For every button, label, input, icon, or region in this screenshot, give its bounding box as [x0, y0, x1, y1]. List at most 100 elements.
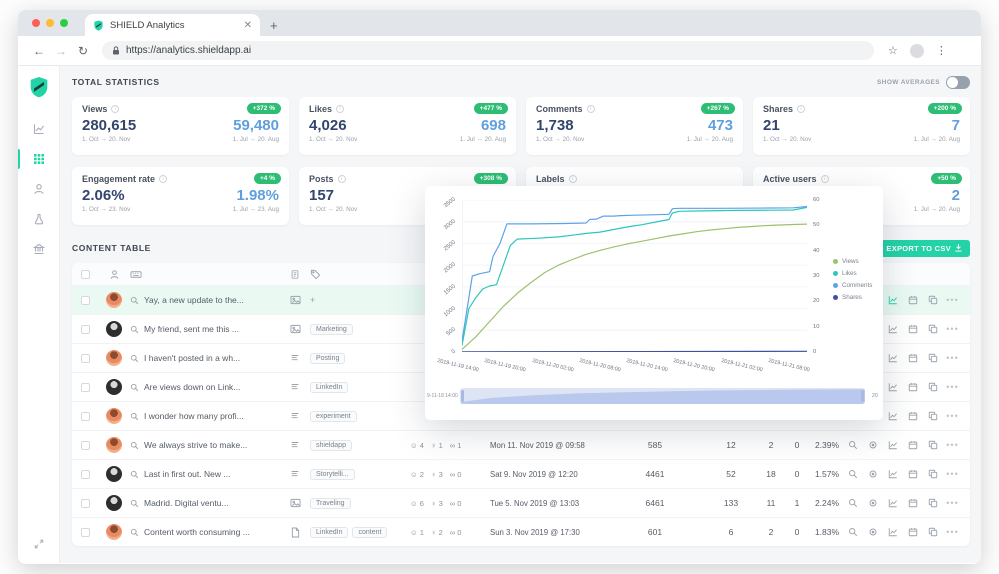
table-row[interactable]: Content worth consuming ...LinkedInconte… [72, 517, 970, 546]
back-icon[interactable]: ← [28, 44, 50, 58]
info-icon[interactable]: i [821, 175, 829, 183]
search-post-icon[interactable] [130, 412, 139, 421]
sidebar-item-grid-dashboard[interactable] [18, 144, 59, 174]
more-actions-icon[interactable]: ••• [945, 525, 960, 540]
label-chip[interactable]: Marketing [310, 324, 353, 335]
more-actions-icon[interactable]: ••• [945, 380, 960, 395]
search-post-icon[interactable] [130, 441, 139, 450]
chart-icon[interactable] [885, 438, 900, 453]
calendar-icon[interactable] [905, 525, 920, 540]
info-icon[interactable]: i [797, 105, 805, 113]
copy-icon[interactable] [925, 293, 940, 308]
label-chip[interactable]: Traveling [310, 498, 351, 509]
browser-tab[interactable]: SHIELD Analytics ✕ [85, 14, 260, 36]
search-post-icon[interactable] [130, 499, 139, 508]
sidebar-item-flask[interactable] [18, 204, 59, 234]
label-chip[interactable]: Posting [310, 353, 345, 364]
browser-menu-icon[interactable]: ⋮ [936, 44, 947, 57]
close-window-button[interactable] [32, 19, 40, 27]
chart-icon[interactable] [885, 351, 900, 366]
info-icon[interactable]: i [111, 105, 119, 113]
calendar-icon[interactable] [905, 467, 920, 482]
label-chip[interactable]: content [352, 527, 387, 538]
search-icon[interactable] [845, 467, 860, 482]
author-column-icon[interactable] [98, 269, 130, 280]
copy-icon[interactable] [925, 467, 940, 482]
row-checkbox[interactable] [81, 528, 90, 537]
legend-item-likes[interactable]: Likes [833, 270, 872, 277]
more-actions-icon[interactable]: ••• [945, 351, 960, 366]
target-icon[interactable] [865, 525, 880, 540]
show-averages-toggle[interactable] [946, 76, 970, 89]
more-actions-icon[interactable]: ••• [945, 496, 960, 511]
row-checkbox[interactable] [81, 470, 90, 479]
calendar-icon[interactable] [905, 409, 920, 424]
chart-icon[interactable] [885, 380, 900, 395]
type-column-icon[interactable] [280, 269, 310, 280]
legend-item-shares[interactable]: Shares [833, 294, 872, 301]
calendar-icon[interactable] [905, 380, 920, 395]
copy-icon[interactable] [925, 380, 940, 395]
minimize-window-button[interactable] [46, 19, 54, 27]
copy-icon[interactable] [925, 525, 940, 540]
calendar-icon[interactable] [905, 351, 920, 366]
brush-left-handle[interactable] [461, 390, 464, 402]
label-chip[interactable]: LinkedIn [310, 527, 348, 538]
content-column-icon[interactable] [130, 269, 280, 280]
table-row[interactable]: We always strive to make...shieldapp☺ 4♀… [72, 430, 970, 459]
zoom-window-button[interactable] [60, 19, 68, 27]
chart-icon[interactable] [885, 293, 900, 308]
target-icon[interactable] [865, 467, 880, 482]
copy-icon[interactable] [925, 351, 940, 366]
table-row[interactable]: Madrid. Digital ventu...Traveling☺ 6♀ 3∞… [72, 488, 970, 517]
calendar-icon[interactable] [905, 438, 920, 453]
new-tab-button[interactable]: + [270, 18, 278, 33]
bookmark-star-icon[interactable]: ☆ [888, 44, 898, 57]
export-csv-button[interactable]: EXPORT TO CSV [878, 240, 970, 257]
search-icon[interactable] [845, 438, 860, 453]
sidebar-item-line-chart[interactable] [18, 114, 59, 144]
reload-icon[interactable]: ↻ [72, 44, 94, 58]
chart-icon[interactable] [885, 467, 900, 482]
copy-icon[interactable] [925, 322, 940, 337]
chart-icon[interactable] [885, 496, 900, 511]
label-chip[interactable]: Storytelli... [310, 469, 355, 480]
sidebar-item-user[interactable] [18, 174, 59, 204]
url-bar[interactable]: https://analytics.shieldapp.ai [102, 41, 874, 60]
more-actions-icon[interactable]: ••• [945, 293, 960, 308]
search-post-icon[interactable] [130, 296, 139, 305]
expand-sidebar-icon[interactable] [18, 539, 59, 549]
tab-close-icon[interactable]: ✕ [244, 20, 252, 31]
add-label-button[interactable]: + [310, 295, 315, 305]
search-post-icon[interactable] [130, 354, 139, 363]
chart-icon[interactable] [885, 409, 900, 424]
profile-avatar[interactable] [910, 44, 924, 58]
forward-icon[interactable]: → [50, 44, 72, 58]
row-checkbox[interactable] [81, 499, 90, 508]
search-icon[interactable] [845, 496, 860, 511]
row-checkbox[interactable] [81, 412, 90, 421]
label-column-icon[interactable] [310, 269, 410, 280]
info-icon[interactable]: i [569, 175, 577, 183]
copy-icon[interactable] [925, 409, 940, 424]
info-icon[interactable]: i [336, 105, 344, 113]
target-icon[interactable] [865, 496, 880, 511]
more-actions-icon[interactable]: ••• [945, 322, 960, 337]
select-all-checkbox[interactable] [81, 270, 90, 279]
calendar-icon[interactable] [905, 322, 920, 337]
target-icon[interactable] [865, 438, 880, 453]
search-post-icon[interactable] [130, 528, 139, 537]
info-icon[interactable]: i [587, 105, 595, 113]
more-actions-icon[interactable]: ••• [945, 467, 960, 482]
label-chip[interactable]: shieldapp [310, 440, 352, 451]
legend-item-comments[interactable]: Comments [833, 282, 872, 289]
calendar-icon[interactable] [905, 496, 920, 511]
search-post-icon[interactable] [130, 325, 139, 334]
chart-icon[interactable] [885, 525, 900, 540]
chart-icon[interactable] [885, 322, 900, 337]
row-checkbox[interactable] [81, 441, 90, 450]
row-checkbox[interactable] [81, 383, 90, 392]
row-checkbox[interactable] [81, 325, 90, 334]
search-post-icon[interactable] [130, 383, 139, 392]
search-post-icon[interactable] [130, 470, 139, 479]
